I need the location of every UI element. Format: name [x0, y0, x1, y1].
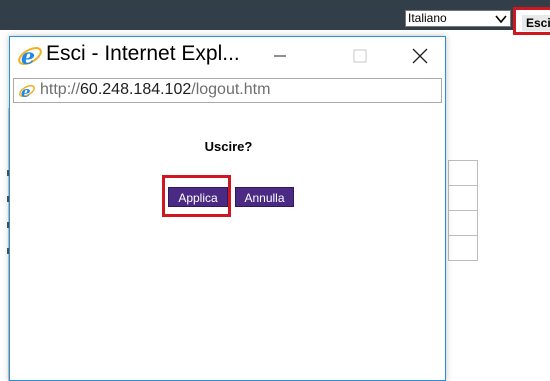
url-scheme: http:// — [40, 81, 81, 98]
title-bar[interactable]: e Esci - Internet Expl... — [10, 37, 445, 77]
language-select-value: Italiano — [408, 11, 447, 25]
window-title: Esci - Internet Expl... — [46, 42, 240, 65]
table-row — [449, 236, 477, 261]
background-table — [448, 160, 478, 261]
url-path: /logout.htm — [191, 81, 271, 98]
top-bar: Italiano — [0, 0, 550, 30]
ie-logo-icon: e — [19, 83, 35, 100]
table-row — [449, 161, 477, 186]
maximize-icon[interactable] — [340, 43, 380, 69]
close-icon[interactable] — [400, 43, 440, 69]
url-host: 60.248.184.102 — [80, 81, 192, 98]
address-url: http://60.248.184.102/logout.htm — [40, 81, 270, 99]
table-row — [449, 211, 477, 236]
logout-question: Uscire? — [204, 139, 253, 154]
language-select[interactable]: Italiano — [405, 10, 511, 27]
address-bar[interactable]: e http://60.248.184.102/logout.htm — [13, 78, 442, 103]
svg-text:e: e — [21, 44, 35, 69]
ie-logo-icon: e — [18, 44, 42, 69]
logout-popup-window: e Esci - Internet Expl... e http://60.24… — [9, 36, 446, 381]
chevron-down-icon — [495, 15, 507, 24]
logout-button[interactable]: Esci — [522, 15, 550, 31]
logout-button-highlight: Esci — [513, 7, 550, 35]
apply-button[interactable]: Applica — [168, 187, 228, 207]
svg-text:e: e — [21, 83, 31, 100]
table-row — [449, 186, 477, 211]
cancel-button[interactable]: Annulla — [235, 187, 294, 207]
minimize-icon[interactable] — [260, 43, 300, 69]
